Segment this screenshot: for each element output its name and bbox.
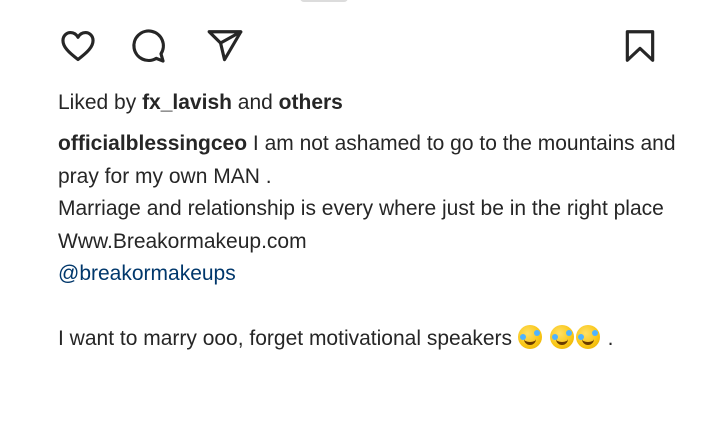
caption-website: Www.Breakormakeup.com: [58, 229, 307, 253]
laughing-emoji-icon: [517, 324, 542, 349]
bookmark-icon: [625, 30, 655, 62]
caption-username[interactable]: officialblessingceo: [58, 132, 247, 155]
likes-others-link[interactable]: others: [279, 91, 343, 114]
caption-line-4: I want to marry ooo, forget motivational…: [58, 323, 688, 356]
liked-by-username[interactable]: fx_lavish: [142, 91, 232, 114]
save-button[interactable]: [618, 24, 662, 68]
paper-plane-icon: [207, 30, 243, 62]
likes-middle: and: [231, 91, 279, 114]
comment-icon: [132, 29, 165, 63]
caption-text-4: I want to marry ooo, forget motivational…: [58, 326, 518, 350]
likes-prefix: Liked by: [58, 91, 143, 114]
comment-button[interactable]: [126, 24, 170, 68]
caption-end-text: .: [601, 326, 614, 350]
previous-content-fragment: [300, 0, 348, 2]
post-action-bar: [56, 24, 664, 68]
share-button[interactable]: [203, 24, 247, 68]
caption-mention-link[interactable]: @breakormakeups: [58, 258, 688, 291]
likes-summary: Liked by fx_lavish and others: [58, 90, 343, 116]
laughing-emoji-icon: [575, 324, 600, 349]
like-button[interactable]: [56, 24, 100, 68]
heart-icon: [61, 30, 95, 62]
caption-line-2: Marriage and relationship is every where…: [58, 197, 664, 220]
post-caption: officialblessingceo I am not ashamed to …: [58, 128, 688, 355]
laughing-emoji-icon: [549, 324, 574, 349]
caption-line-1: officialblessingceo I am not ashamed to …: [58, 128, 688, 193]
